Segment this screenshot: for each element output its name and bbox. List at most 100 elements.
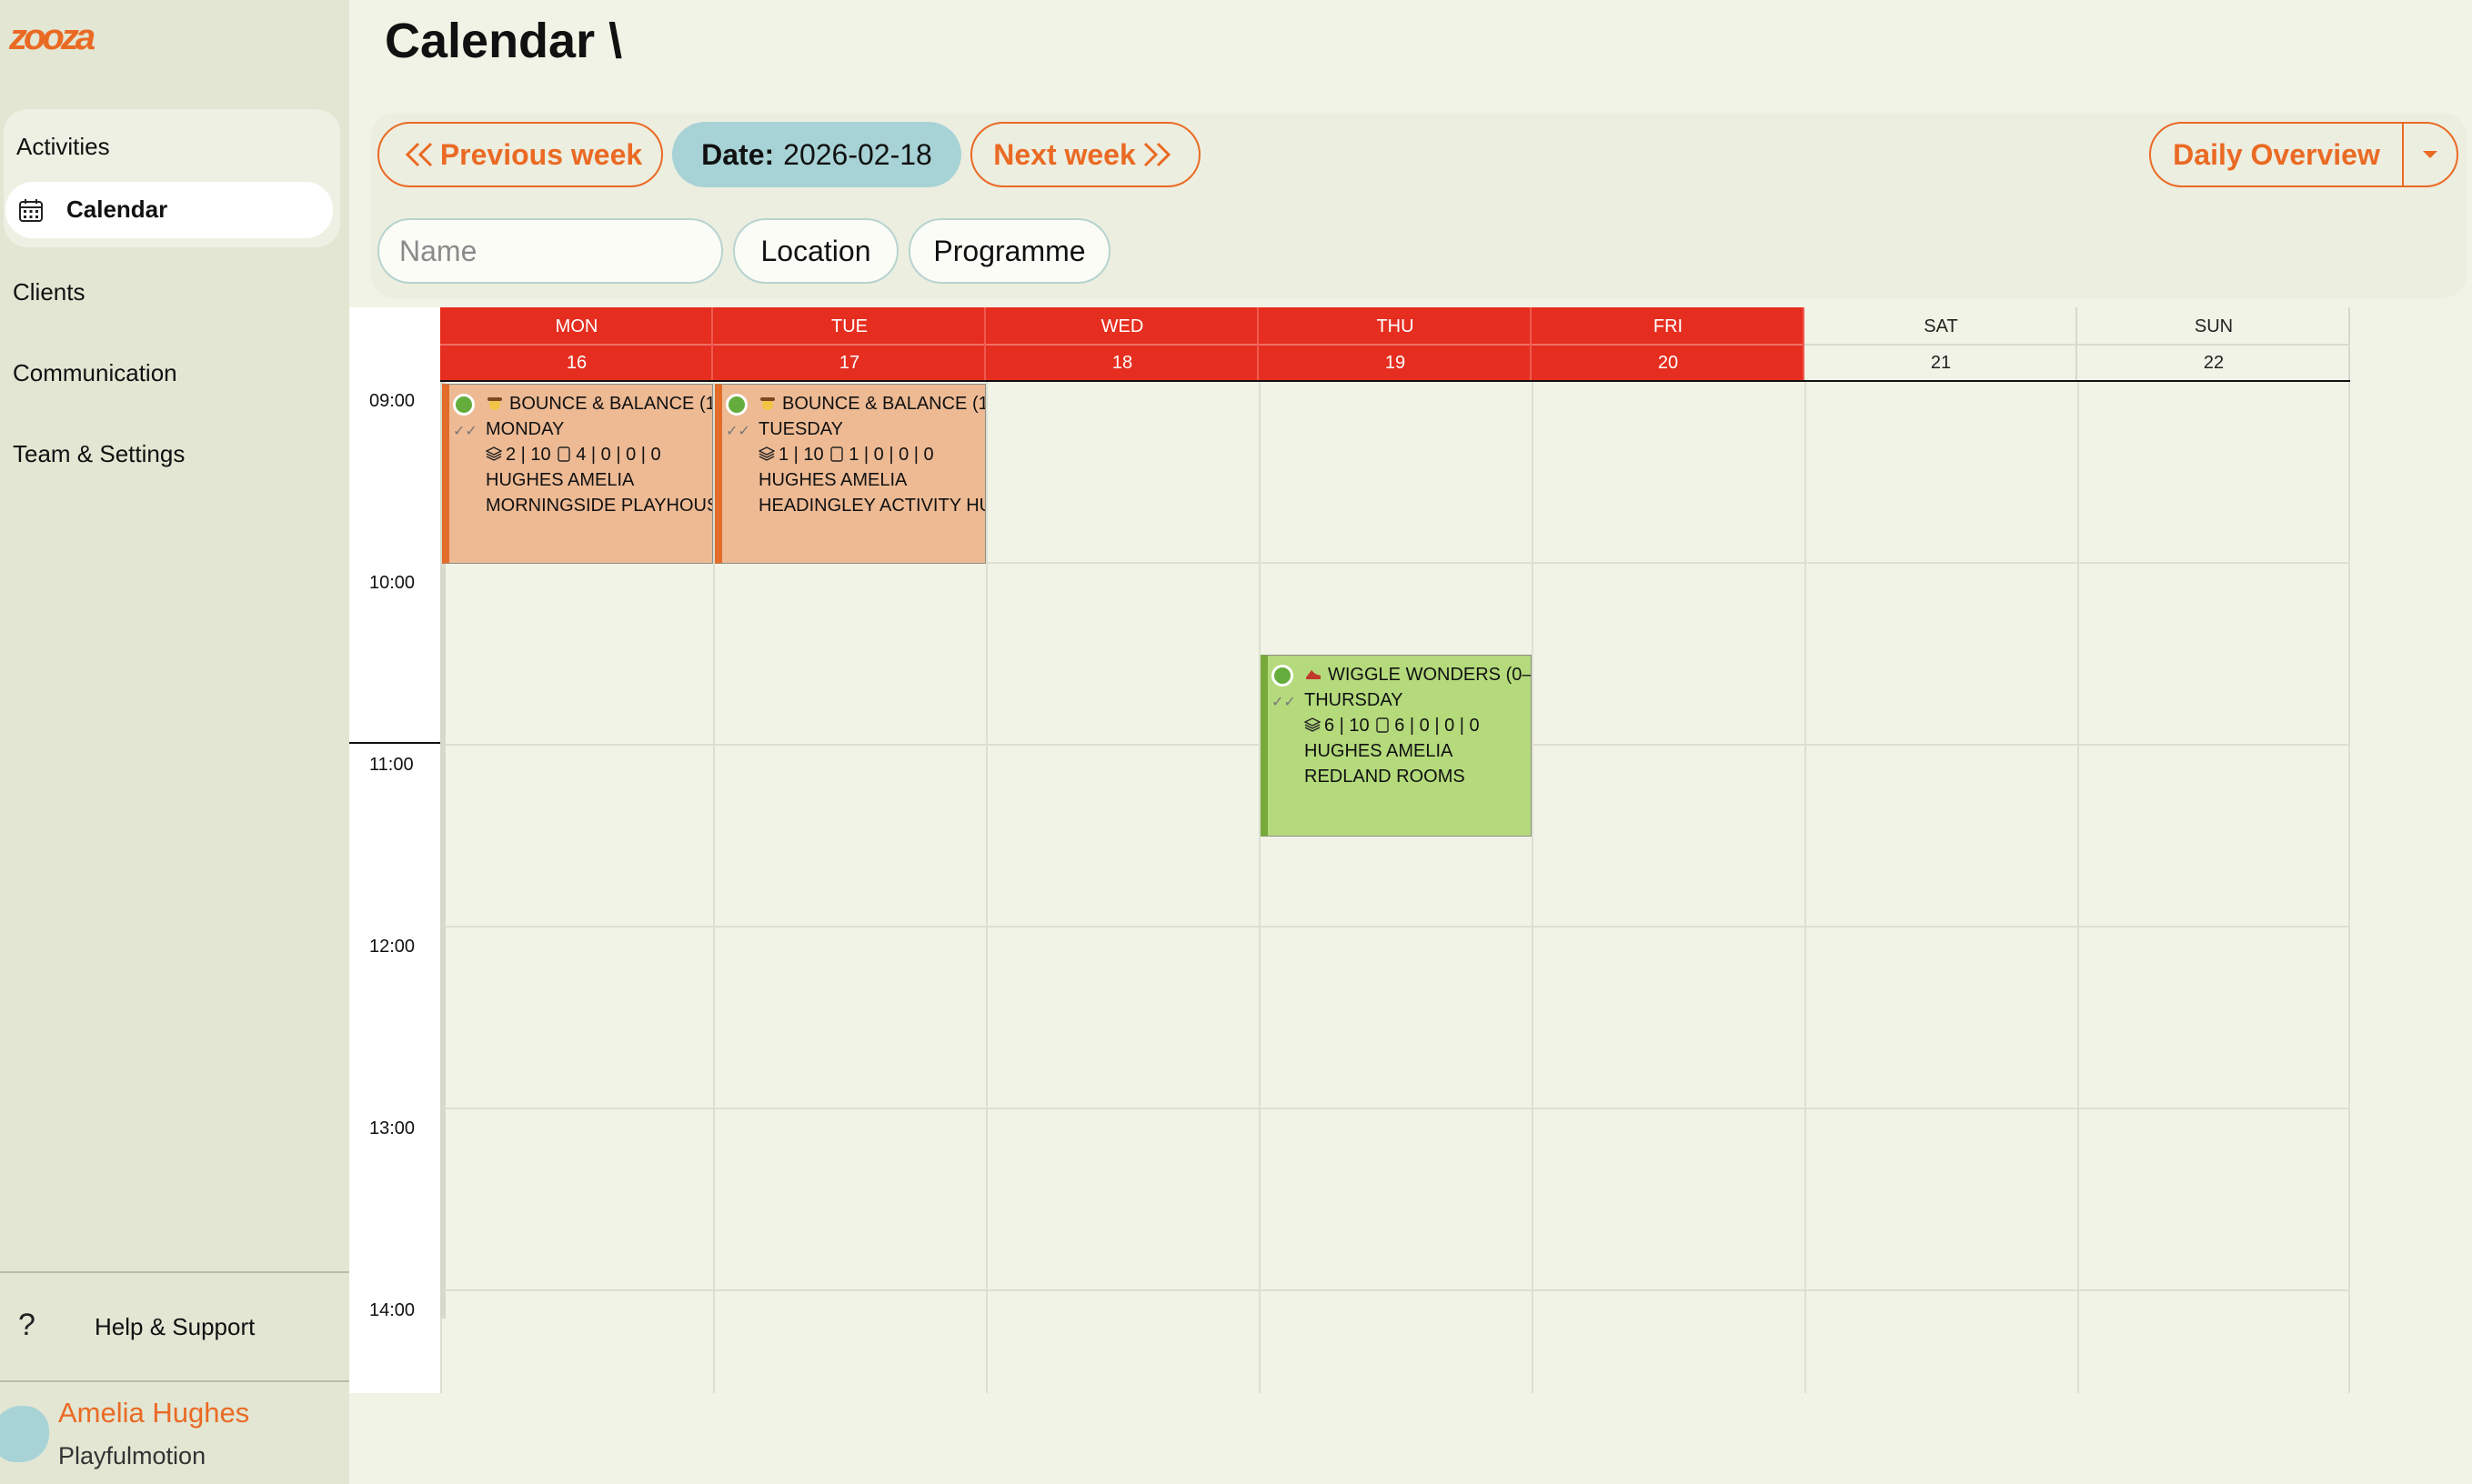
event-capacity: 1 | 10 bbox=[779, 445, 824, 465]
day-date: 20 bbox=[1657, 353, 1679, 373]
event-coach: HUGHES AMELIA bbox=[1304, 741, 1453, 761]
shoe-emoji-icon bbox=[1306, 670, 1321, 679]
day-name: THU bbox=[1376, 316, 1414, 336]
help-support-link[interactable]: ? Help & Support bbox=[0, 1300, 349, 1351]
double-check-icon: ✓✓ bbox=[453, 424, 477, 439]
day-header-divider bbox=[440, 344, 713, 346]
day-header-divider bbox=[986, 344, 1259, 346]
status-indicator bbox=[453, 394, 475, 416]
day-header-fri[interactable]: FRI 20 bbox=[1532, 307, 1804, 382]
hour-gridline bbox=[440, 1108, 2350, 1109]
event-location: MORNINGSIDE PLAYHOUSE bbox=[486, 496, 713, 516]
event-attendance: 4 | 0 | 0 | 0 bbox=[576, 445, 661, 465]
day-name: TUE bbox=[831, 316, 868, 336]
daily-overview-button[interactable]: Daily Overview bbox=[2151, 124, 2402, 186]
user-name[interactable]: Amelia Hughes bbox=[58, 1397, 249, 1429]
event-card-tuesday[interactable]: ✓✓ BOUNCE & BALANCE (1– TUESDAY 1 | 10 1… bbox=[715, 384, 986, 564]
event-title-row: BOUNCE & BALANCE (1– bbox=[486, 391, 712, 416]
event-card-thursday[interactable]: ✓✓ WIGGLE WONDERS (0–1 THURSDAY 6 | 10 6… bbox=[1261, 655, 1532, 837]
event-day: MONDAY bbox=[486, 419, 565, 439]
day-gridline bbox=[1259, 382, 1261, 1393]
svg-text:zooza: zooza bbox=[8, 17, 95, 57]
event-attendance: 6 | 0 | 0 | 0 bbox=[1394, 716, 1480, 736]
sidebar-item-team-settings[interactable]: Team & Settings bbox=[13, 440, 185, 468]
day-date: 17 bbox=[839, 353, 860, 373]
day-header-tue[interactable]: TUE 17 bbox=[713, 307, 986, 382]
day-header-divider bbox=[1532, 344, 1804, 346]
date-label: Date: bbox=[701, 137, 775, 171]
calendar-icon bbox=[19, 199, 43, 222]
day-header-mon[interactable]: MON 16 bbox=[440, 307, 713, 382]
time-label: 09:00 bbox=[369, 391, 416, 411]
event-card-monday[interactable]: ✓✓ BOUNCE & BALANCE (1– MONDAY 2 | 10 4 … bbox=[442, 384, 713, 564]
day-name: MON bbox=[555, 316, 598, 336]
name-filter-input[interactable]: Name bbox=[377, 218, 723, 284]
day-name: WED bbox=[1100, 316, 1144, 336]
sidebar-item-calendar[interactable]: Calendar bbox=[5, 182, 333, 238]
day-header-border bbox=[2348, 307, 2350, 382]
cowboy-emoji-icon bbox=[760, 397, 775, 410]
event-attendance: 1 | 0 | 0 | 0 bbox=[849, 445, 934, 465]
day-header-divider bbox=[713, 344, 986, 346]
layers-icon bbox=[759, 446, 775, 461]
time-label: 14:00 bbox=[369, 1300, 416, 1320]
event-coach: HUGHES AMELIA bbox=[759, 470, 908, 490]
day-date: 16 bbox=[566, 353, 588, 373]
double-check-icon: ✓✓ bbox=[1271, 695, 1296, 710]
header-bottom-border bbox=[440, 380, 2350, 382]
page-title: Calendar \ bbox=[385, 14, 623, 68]
day-header-thu[interactable]: THU 19 bbox=[1259, 307, 1532, 382]
day-header-divider bbox=[1804, 344, 2077, 346]
date-picker[interactable]: Date: 2026-02-18 bbox=[672, 122, 961, 187]
hour-gridline bbox=[440, 1289, 2350, 1291]
event-stats: 1 | 10 1 | 0 | 0 | 0 bbox=[759, 442, 934, 467]
sidebar-item-clients[interactable]: Clients bbox=[13, 278, 85, 306]
day-date: 22 bbox=[2203, 353, 2225, 373]
event-day: THURSDAY bbox=[1304, 690, 1403, 710]
day-name: SAT bbox=[1924, 316, 1958, 336]
sidebar-item-communication[interactable]: Communication bbox=[13, 359, 177, 387]
clipboard-icon bbox=[830, 446, 843, 462]
week-calendar: MON 16 TUE 17 WED 18 THU 19 FRI 20 SAT 2… bbox=[349, 307, 2350, 1393]
day-header-wed[interactable]: WED 18 bbox=[986, 307, 1259, 382]
day-gridline bbox=[986, 382, 988, 1393]
zooza-logo[interactable]: zooza bbox=[7, 13, 115, 60]
next-week-label: Next week bbox=[993, 137, 1136, 171]
previous-week-label: Previous week bbox=[439, 137, 643, 171]
hour-gridline bbox=[440, 926, 2350, 928]
nav-group: Activities Calendar bbox=[4, 109, 340, 247]
help-support-label: Help & Support bbox=[95, 1313, 256, 1340]
time-label: 11:00 bbox=[369, 755, 414, 775]
day-header-sun[interactable]: SUN 22 bbox=[2077, 307, 2350, 382]
sidebar-item-activities[interactable]: Activities bbox=[16, 133, 110, 161]
event-title-row: BOUNCE & BALANCE (1– bbox=[759, 391, 985, 416]
day-gridline bbox=[2348, 382, 2350, 1393]
status-indicator bbox=[726, 394, 748, 416]
event-stats: 2 | 10 4 | 0 | 0 | 0 bbox=[486, 442, 661, 467]
current-time-marker bbox=[349, 742, 440, 744]
layers-icon bbox=[486, 446, 502, 461]
day-date: 19 bbox=[1384, 353, 1406, 373]
caret-down-icon bbox=[2423, 151, 2437, 158]
previous-week-button[interactable]: Previous week bbox=[377, 122, 663, 187]
event-title-row: WIGGLE WONDERS (0–1 bbox=[1304, 662, 1532, 687]
overview-dropdown-toggle[interactable] bbox=[2404, 124, 2457, 186]
event-coach: HUGHES AMELIA bbox=[486, 470, 635, 490]
organization-name: Playfulmotion bbox=[58, 1442, 206, 1469]
programme-filter[interactable]: Programme bbox=[909, 218, 1110, 284]
time-label: 10:00 bbox=[369, 573, 416, 593]
time-label: 12:00 bbox=[369, 937, 416, 957]
question-mark-icon: ? bbox=[18, 1308, 35, 1342]
day-gridline bbox=[1804, 382, 1806, 1393]
avatar[interactable] bbox=[0, 1406, 49, 1462]
sidebar: zooza Activities Calendar Clients Commun… bbox=[0, 0, 349, 1484]
day-header-sat[interactable]: SAT 21 bbox=[1804, 307, 2077, 382]
location-filter[interactable]: Location bbox=[733, 218, 899, 284]
double-chevron-right-icon bbox=[1143, 142, 1171, 167]
event-capacity: 6 | 10 bbox=[1324, 716, 1370, 736]
daily-overview-split-button: Daily Overview bbox=[2149, 122, 2458, 187]
date-value: 2026-02-18 bbox=[783, 137, 932, 171]
event-title: WIGGLE WONDERS (0–1 bbox=[1328, 665, 1532, 685]
next-week-button[interactable]: Next week bbox=[970, 122, 1201, 187]
day-date: 18 bbox=[1111, 353, 1133, 373]
